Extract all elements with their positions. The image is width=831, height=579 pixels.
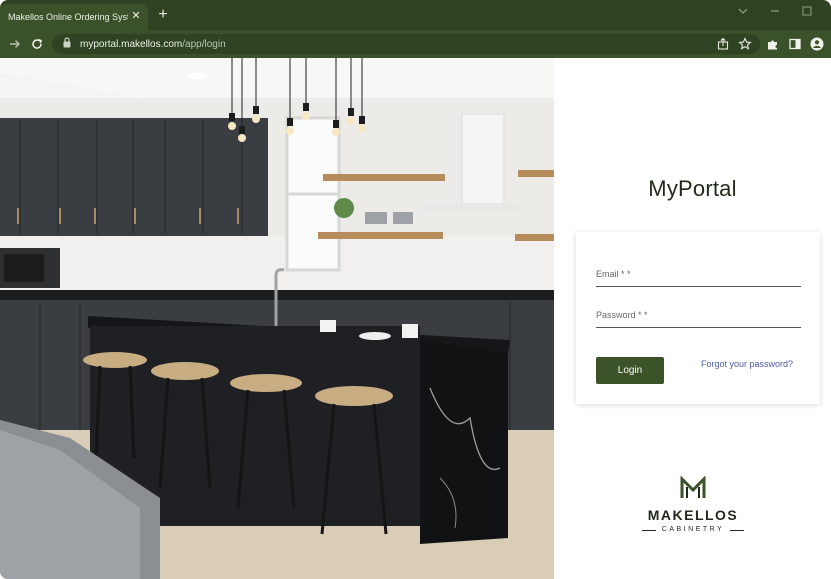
forgot-password-link[interactable]: Forgot your password? bbox=[701, 359, 793, 369]
makellos-monogram-icon bbox=[680, 476, 706, 498]
browser-window: Makellos Online Ordering System ✕ + mypo… bbox=[0, 0, 831, 579]
tab-title: Makellos Online Ordering System bbox=[8, 12, 128, 22]
arrow-right-icon[interactable] bbox=[7, 36, 23, 52]
logo-wordmark: MAKELLOS bbox=[647, 507, 739, 523]
page: MyPortal Email * * Password * * Login Fo… bbox=[0, 58, 831, 579]
url-text: myportal.makellos.com/app/login bbox=[80, 39, 226, 50]
sidepanel-icon[interactable] bbox=[788, 37, 802, 51]
star-icon[interactable] bbox=[738, 37, 752, 51]
login-card: Email * * Password * * Login Forgot your… bbox=[576, 232, 820, 404]
maximize-icon[interactable] bbox=[800, 4, 814, 18]
minimize-icon[interactable] bbox=[768, 4, 782, 18]
tab-strip: Makellos Online Ordering System ✕ + bbox=[0, 0, 831, 30]
plus-icon[interactable]: + bbox=[155, 7, 171, 23]
email-input[interactable] bbox=[596, 265, 801, 286]
makellos-logo: MAKELLOS CABINETRY bbox=[638, 476, 748, 556]
browser-tab[interactable]: Makellos Online Ordering System ✕ bbox=[0, 4, 148, 30]
url-host: myportal.makellos.com bbox=[80, 38, 183, 50]
logo-rule-right bbox=[730, 530, 744, 531]
email-field[interactable]: Email * * bbox=[596, 265, 801, 287]
chevron-down-icon[interactable] bbox=[736, 4, 750, 18]
url-path: /app/login bbox=[182, 38, 226, 50]
profile-icon[interactable] bbox=[810, 37, 824, 51]
address-bar[interactable]: myportal.makellos.com/app/login bbox=[52, 34, 760, 54]
login-panel: MyPortal Email * * Password * * Login Fo… bbox=[554, 58, 831, 579]
close-icon[interactable]: ✕ bbox=[130, 10, 142, 22]
portal-title: MyPortal bbox=[648, 176, 737, 201]
browser-toolbar: myportal.makellos.com/app/login bbox=[0, 30, 831, 58]
reload-icon[interactable] bbox=[29, 36, 45, 52]
login-button[interactable]: Login bbox=[596, 357, 664, 384]
lock-icon bbox=[62, 35, 72, 53]
password-field[interactable]: Password * * bbox=[596, 306, 801, 328]
kitchen-hero-image bbox=[0, 58, 554, 579]
puzzle-icon[interactable] bbox=[766, 37, 780, 51]
share-icon[interactable] bbox=[716, 37, 730, 51]
password-input[interactable] bbox=[596, 306, 801, 327]
